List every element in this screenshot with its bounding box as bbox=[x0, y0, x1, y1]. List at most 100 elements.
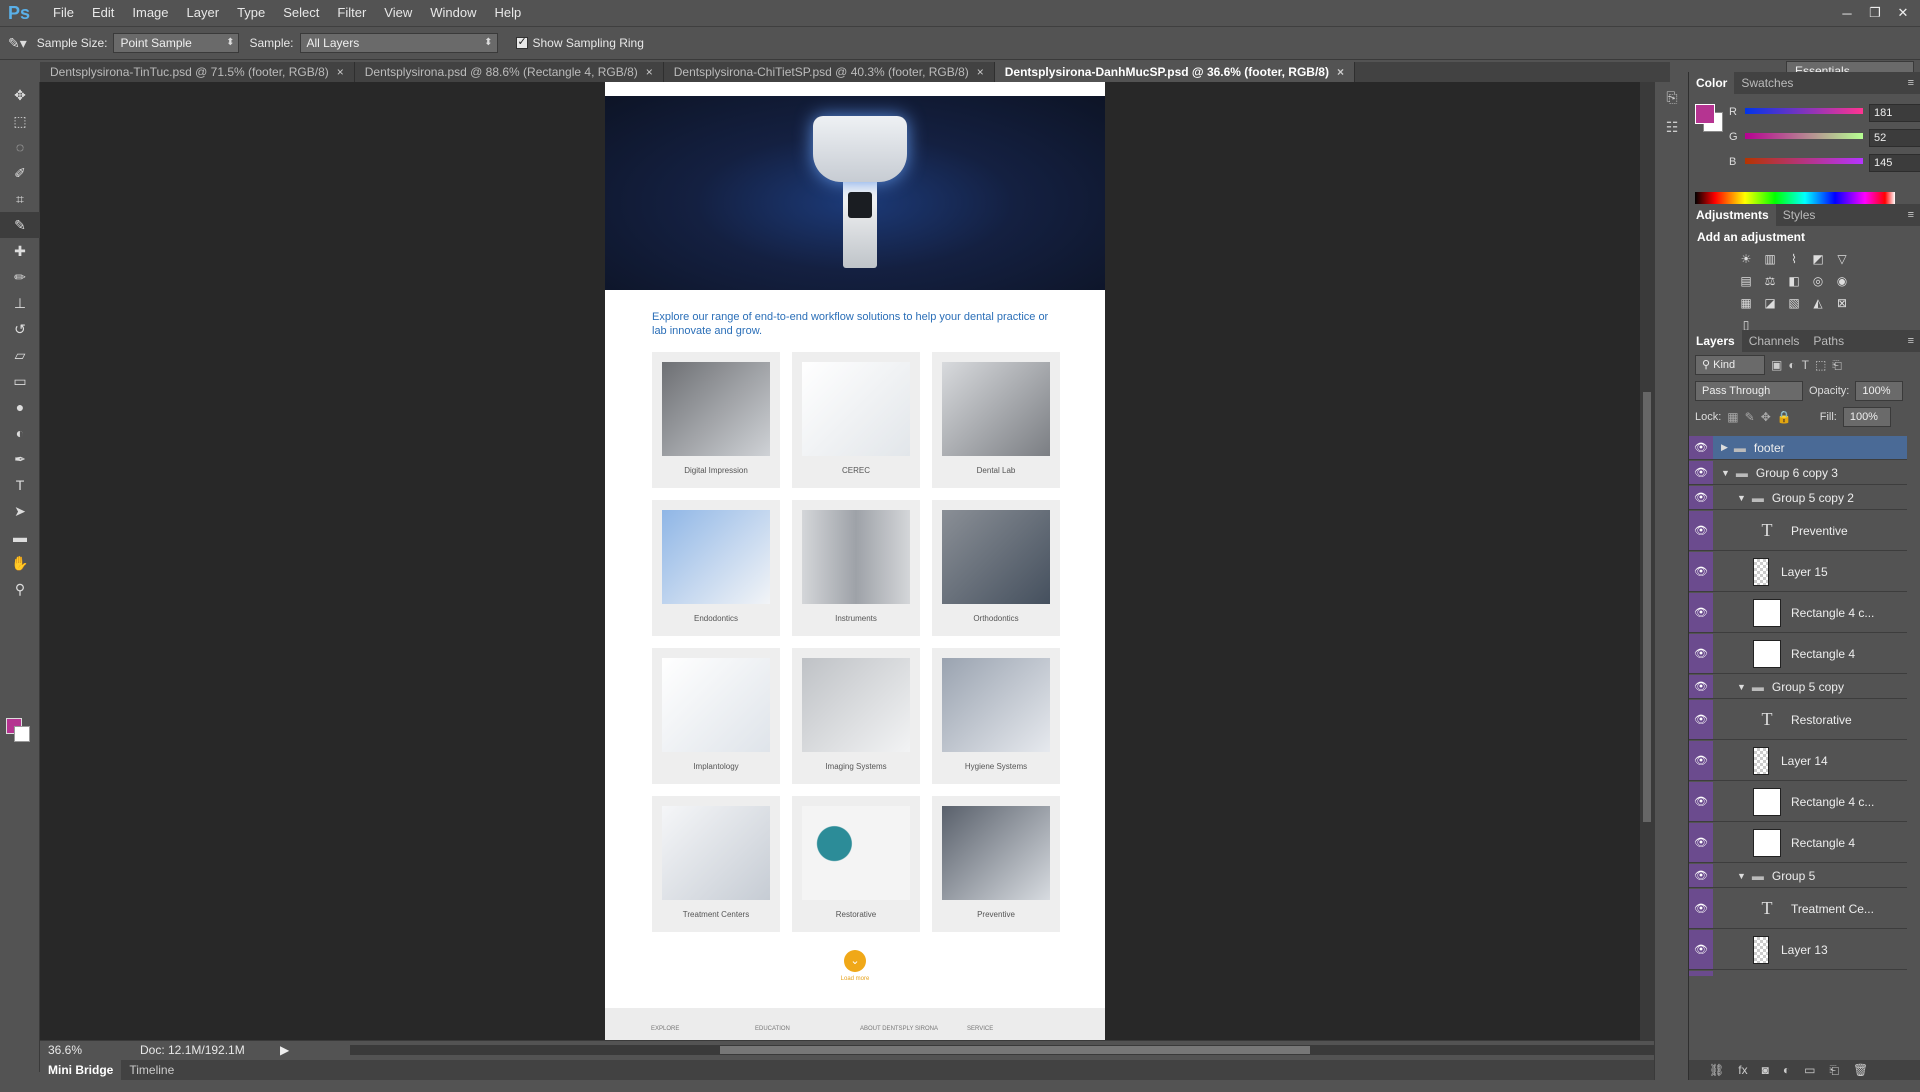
tab-mini-bridge[interactable]: Mini Bridge bbox=[40, 1060, 122, 1080]
menu-edit[interactable]: Edit bbox=[83, 0, 123, 26]
close-tab-icon[interactable]: × bbox=[977, 65, 984, 79]
filter-type-icon[interactable]: T bbox=[1802, 358, 1809, 372]
tab-color[interactable]: Color bbox=[1689, 72, 1735, 94]
shape-tool-icon[interactable]: ▬ bbox=[0, 524, 40, 550]
blue-slider[interactable] bbox=[1745, 158, 1863, 164]
visibility-eye-icon[interactable]: 👁 bbox=[1689, 675, 1713, 698]
red-slider[interactable] bbox=[1745, 108, 1863, 114]
visibility-eye-icon[interactable]: 👁 bbox=[1689, 889, 1713, 928]
path-select-tool-icon[interactable]: ➤ bbox=[0, 498, 40, 524]
levels-icon[interactable]: ▥ bbox=[1761, 252, 1779, 268]
blend-mode-select[interactable]: Pass Through bbox=[1695, 381, 1803, 401]
mask-icon[interactable]: ◙ bbox=[1762, 1063, 1769, 1077]
black-white-icon[interactable]: ◧ bbox=[1785, 274, 1803, 290]
layer-row[interactable]: 👁Rectangle 4 c... bbox=[1689, 593, 1907, 633]
canvas-area[interactable]: Explore our range of end-to-end workflow… bbox=[40, 82, 1640, 1042]
gradient-tool-icon[interactable]: ▭ bbox=[0, 368, 40, 394]
visibility-eye-icon[interactable]: 👁 bbox=[1689, 971, 1713, 976]
lock-all-icon[interactable]: 🔒 bbox=[1777, 410, 1792, 424]
layer-row[interactable]: 👁 ▼ ▬ Group 6 copy 3 bbox=[1689, 461, 1907, 485]
visibility-eye-icon[interactable]: 👁 bbox=[1689, 436, 1713, 459]
expand-arrow-icon[interactable]: ▼ bbox=[1737, 493, 1746, 503]
product-card[interactable]: Imaging Systems bbox=[792, 648, 920, 784]
move-tool-icon[interactable]: ✥ bbox=[0, 82, 40, 108]
tab-layers[interactable]: Layers bbox=[1689, 330, 1742, 352]
status-arrow-icon[interactable]: ▶ bbox=[280, 1043, 289, 1057]
layer-row[interactable]: 👁 T Treatment Ce... bbox=[1689, 889, 1907, 929]
panel-menu-icon[interactable]: ≡ bbox=[1908, 204, 1914, 226]
delete-layer-icon[interactable]: 🗑 bbox=[1853, 1063, 1868, 1077]
menu-image[interactable]: Image bbox=[123, 0, 177, 26]
zoom-level[interactable]: 36.6% bbox=[40, 1043, 110, 1057]
background-color-swatch[interactable] bbox=[14, 726, 30, 742]
opacity-input[interactable]: 100% bbox=[1855, 381, 1904, 401]
collapse-arrow-icon[interactable]: ▶ bbox=[1721, 442, 1728, 453]
expand-arrow-icon[interactable]: ▼ bbox=[1721, 468, 1730, 478]
menu-filter[interactable]: Filter bbox=[328, 0, 375, 26]
panel-menu-icon[interactable]: ≡ bbox=[1908, 330, 1914, 352]
color-foreground-swatch[interactable] bbox=[1695, 104, 1715, 124]
visibility-eye-icon[interactable]: 👁 bbox=[1689, 864, 1713, 887]
layer-row[interactable]: 👁 ▶ ▬ footer bbox=[1689, 436, 1907, 460]
scrollbar-thumb[interactable] bbox=[1643, 392, 1651, 822]
horizontal-scrollbar[interactable] bbox=[350, 1045, 1670, 1055]
expand-arrow-icon[interactable]: ▼ bbox=[1737, 682, 1746, 692]
tab-paths[interactable]: Paths bbox=[1806, 330, 1851, 352]
menu-type[interactable]: Type bbox=[228, 0, 274, 26]
properties-icon[interactable]: ☷ bbox=[1655, 112, 1689, 142]
layer-row[interactable]: 👁 ▼ ▬ Group 5 copy 2 bbox=[1689, 486, 1907, 510]
load-more-button[interactable]: ⌄ bbox=[844, 950, 866, 972]
doc-tab[interactable]: Dentsplysirona-TinTuc.psd @ 71.5% (foote… bbox=[40, 62, 355, 82]
tab-styles[interactable]: Styles bbox=[1776, 204, 1823, 226]
dodge-tool-icon[interactable]: ◐ bbox=[0, 420, 40, 446]
blur-tool-icon[interactable]: ● bbox=[0, 394, 40, 420]
product-card[interactable]: Instruments bbox=[792, 500, 920, 636]
product-card[interactable]: Implantology bbox=[652, 648, 780, 784]
product-card[interactable]: CEREC bbox=[792, 352, 920, 488]
visibility-eye-icon[interactable]: 👁 bbox=[1689, 741, 1713, 780]
eyedropper-tool-icon[interactable]: ✎ bbox=[0, 212, 40, 238]
doc-tab[interactable]: Dentsplysirona.psd @ 88.6% (Rectangle 4,… bbox=[355, 62, 664, 82]
tab-channels[interactable]: Channels bbox=[1742, 330, 1807, 352]
layer-row[interactable]: 👁 Rectangle 4 bbox=[1689, 823, 1907, 863]
layer-row[interactable]: 👁 ▼ ▬ Group 5 copy bbox=[1689, 675, 1907, 699]
channel-mixer-icon[interactable]: ◉ bbox=[1833, 274, 1851, 290]
visibility-eye-icon[interactable]: 👁 bbox=[1689, 461, 1713, 484]
visibility-eye-icon[interactable]: 👁 bbox=[1689, 930, 1713, 969]
close-tab-icon[interactable]: × bbox=[646, 65, 653, 79]
doc-tab-active[interactable]: Dentsplysirona-DanhMucSP.psd @ 36.6% (fo… bbox=[994, 62, 1355, 82]
history-icon[interactable]: ⎘ bbox=[1655, 82, 1689, 112]
visibility-eye-icon[interactable]: 👁 bbox=[1689, 823, 1713, 862]
adjustment-layer-icon[interactable]: ◐ bbox=[1783, 1063, 1790, 1077]
product-card[interactable]: Restorative bbox=[792, 796, 920, 932]
brush-tool-icon[interactable]: ✏ bbox=[0, 264, 40, 290]
filter-pixel-icon[interactable]: ▣ bbox=[1771, 358, 1782, 372]
layer-row[interactable]: 👁 Layer 15 bbox=[1689, 552, 1907, 592]
product-card[interactable]: Hygiene Systems bbox=[932, 648, 1060, 784]
minimize-button[interactable]: ─ bbox=[1836, 6, 1858, 21]
lock-position-icon[interactable]: ✥ bbox=[1761, 410, 1771, 424]
blue-value[interactable]: 145 bbox=[1869, 154, 1920, 172]
tab-timeline[interactable]: Timeline bbox=[121, 1060, 182, 1080]
red-value[interactable]: 181 bbox=[1869, 104, 1920, 122]
layer-row[interactable]: 👁Rectangle 4 c... bbox=[1689, 971, 1907, 976]
product-card[interactable]: Endodontics bbox=[652, 500, 780, 636]
menu-window[interactable]: Window bbox=[421, 0, 485, 26]
visibility-eye-icon[interactable]: 👁 bbox=[1689, 700, 1713, 739]
layer-row[interactable]: 👁 Layer 14 bbox=[1689, 741, 1907, 781]
green-value[interactable]: 52 bbox=[1869, 129, 1920, 147]
sample-select[interactable]: All Layers bbox=[299, 33, 498, 53]
visibility-eye-icon[interactable]: 👁 bbox=[1689, 511, 1713, 550]
tab-adjustments[interactable]: Adjustments bbox=[1689, 204, 1776, 226]
crop-tool-icon[interactable]: ⌗ bbox=[0, 186, 40, 212]
sampling-ring-checkbox[interactable] bbox=[515, 35, 528, 49]
layer-row[interactable]: 👁 ▼ ▬ Group 5 bbox=[1689, 864, 1907, 888]
quick-select-tool-icon[interactable]: ✐ bbox=[0, 160, 40, 186]
layer-row[interactable]: 👁Rectangle 4 c... bbox=[1689, 782, 1907, 822]
fx-icon[interactable]: fx bbox=[1738, 1063, 1747, 1077]
posterize-icon[interactable]: ▧ bbox=[1785, 296, 1803, 312]
brightness-icon[interactable]: ☀ bbox=[1737, 252, 1755, 268]
menu-select[interactable]: Select bbox=[274, 0, 328, 26]
hand-tool-icon[interactable]: ✋ bbox=[0, 550, 40, 576]
healing-tool-icon[interactable]: ✚ bbox=[0, 238, 40, 264]
